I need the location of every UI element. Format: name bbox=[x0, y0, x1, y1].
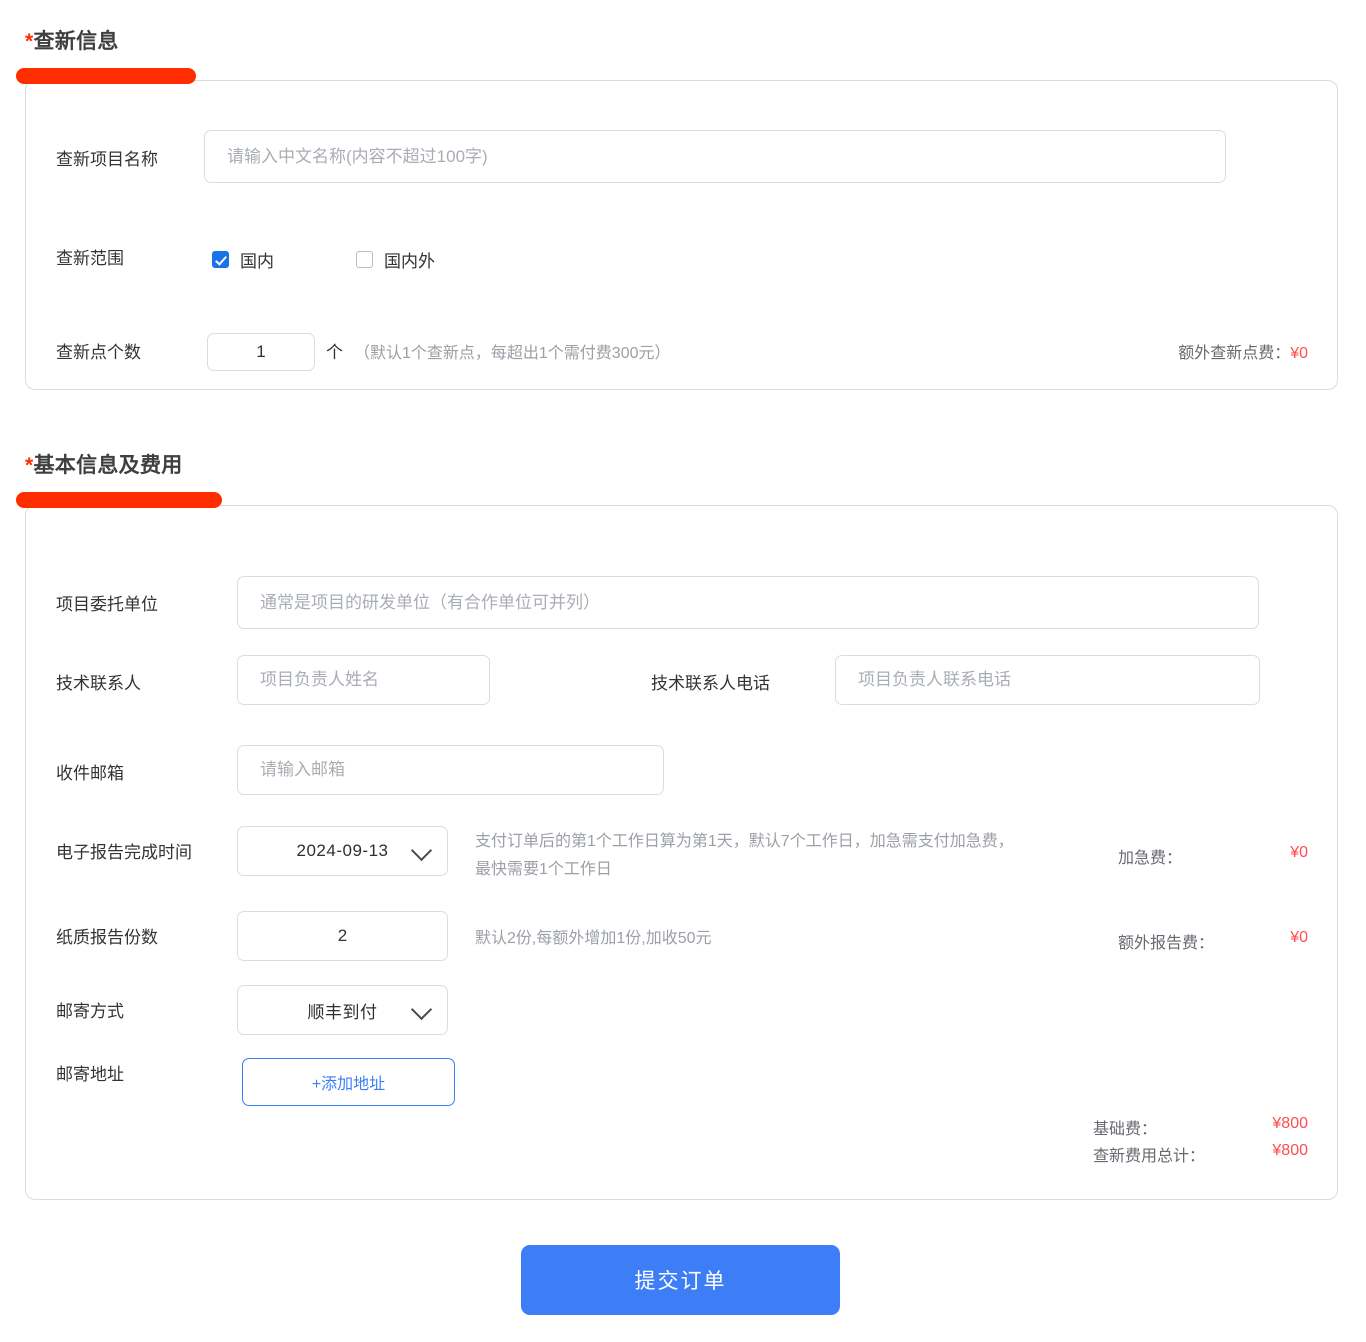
label-tech-contact: 技术联系人 bbox=[56, 674, 141, 693]
card-basic-info: 项目委托单位 技术联系人 技术联系人电话 收件邮箱 电子报告完成时间 2024-… bbox=[25, 505, 1338, 1200]
fee-urgent-label: 加急费： bbox=[1118, 850, 1183, 867]
label-search-scope: 查新范围 bbox=[56, 249, 124, 268]
label-paper-report-count: 纸质报告份数 bbox=[56, 928, 158, 947]
fee-extra-report-value: ¥0 bbox=[1290, 929, 1308, 946]
select-mail-method-value: 顺丰到付 bbox=[307, 1002, 378, 1022]
fee-extra-search-point-label: 额外查新点费： bbox=[1178, 345, 1291, 362]
fee-total: 查新费用总计： ¥800 bbox=[1093, 1142, 1308, 1166]
hint-report-date: 支付订单后的第1个工作日算为第1天，默认7个工作日，加急需支付加急费， 最快需要… bbox=[475, 828, 1075, 884]
label-search-points: 查新点个数 bbox=[56, 343, 141, 362]
section-title-text: 查新信息 bbox=[33, 30, 119, 53]
section-underline-bar-1 bbox=[16, 68, 196, 84]
card-search-info: 查新项目名称 查新范围 国内 国内外 查新点个数 个 （默认1个查新点，每超出1… bbox=[25, 80, 1338, 390]
label-search-points-unit: 个 bbox=[326, 343, 343, 362]
input-search-points[interactable] bbox=[207, 333, 315, 371]
checkbox-domestic-label: 国内 bbox=[240, 252, 274, 271]
submit-order-button[interactable]: 提交订单 bbox=[521, 1245, 840, 1315]
fee-extra-search-point: 额外查新点费：¥0 bbox=[1178, 339, 1308, 363]
label-mail-method: 邮寄方式 bbox=[56, 1002, 124, 1021]
fee-base: 基础费： ¥800 bbox=[1093, 1115, 1308, 1139]
checkbox-domestic-overseas-label: 国内外 bbox=[384, 252, 435, 271]
section-title-search-info: *查新信息 bbox=[25, 25, 119, 55]
label-email: 收件邮箱 bbox=[56, 764, 124, 783]
order-form-page: *查新信息 查新项目名称 查新范围 国内 国内外 查新点个数 个 （默认1个查新… bbox=[0, 0, 1366, 1342]
section-underline-bar-2 bbox=[16, 492, 222, 508]
input-email[interactable] bbox=[237, 745, 664, 795]
section-title-text-2: 基本信息及费用 bbox=[33, 454, 183, 477]
hint-report-date-line2: 最快需要1个工作日 bbox=[475, 861, 612, 878]
input-tech-contact[interactable] bbox=[237, 655, 490, 705]
fee-extra-report: 额外报告费： ¥0 bbox=[1118, 929, 1308, 953]
label-client-unit: 项目委托单位 bbox=[56, 595, 158, 614]
fee-base-label: 基础费： bbox=[1093, 1121, 1158, 1138]
hint-search-points: （默认1个查新点，每超出1个需付费300元） bbox=[354, 345, 671, 362]
fee-base-value: ¥800 bbox=[1272, 1115, 1308, 1132]
checkbox-domestic-overseas-box[interactable] bbox=[356, 251, 373, 268]
label-tech-contact-phone: 技术联系人电话 bbox=[651, 674, 770, 693]
input-project-name[interactable] bbox=[204, 130, 1226, 183]
select-report-date-value: 2024-09-13 bbox=[296, 841, 389, 860]
fee-urgent: 加急费： ¥0 bbox=[1118, 844, 1308, 868]
chevron-down-icon-2 bbox=[410, 998, 433, 1021]
fee-total-value: ¥800 bbox=[1272, 1142, 1308, 1159]
checkbox-domestic-box[interactable] bbox=[212, 251, 229, 268]
fee-extra-search-point-value: ¥0 bbox=[1290, 345, 1308, 362]
fee-urgent-value: ¥0 bbox=[1290, 844, 1308, 861]
section-title-basic-info: *基本信息及费用 bbox=[25, 449, 183, 479]
label-project-name: 查新项目名称 bbox=[56, 150, 158, 169]
chevron-down-icon bbox=[410, 839, 433, 862]
input-client-unit[interactable] bbox=[237, 576, 1259, 629]
select-report-date[interactable]: 2024-09-13 bbox=[237, 826, 448, 876]
fee-total-label: 查新费用总计： bbox=[1093, 1148, 1206, 1165]
add-address-button[interactable]: +添加地址 bbox=[242, 1058, 455, 1106]
select-mail-method[interactable]: 顺丰到付 bbox=[237, 985, 448, 1035]
label-mail-address: 邮寄地址 bbox=[56, 1065, 124, 1084]
hint-report-date-line1: 支付订单后的第1个工作日算为第1天，默认7个工作日，加急需支付加急费， bbox=[475, 833, 1014, 850]
checkbox-domestic-overseas[interactable]: 国内外 bbox=[356, 247, 435, 272]
input-paper-report-count[interactable] bbox=[237, 911, 448, 961]
fee-extra-report-label: 额外报告费： bbox=[1118, 935, 1215, 952]
hint-paper-report-count: 默认2份,每额外增加1份,加收50元 bbox=[475, 930, 712, 947]
checkbox-domestic[interactable]: 国内 bbox=[212, 247, 274, 272]
input-tech-contact-phone[interactable] bbox=[835, 655, 1260, 705]
label-report-date: 电子报告完成时间 bbox=[56, 843, 192, 862]
